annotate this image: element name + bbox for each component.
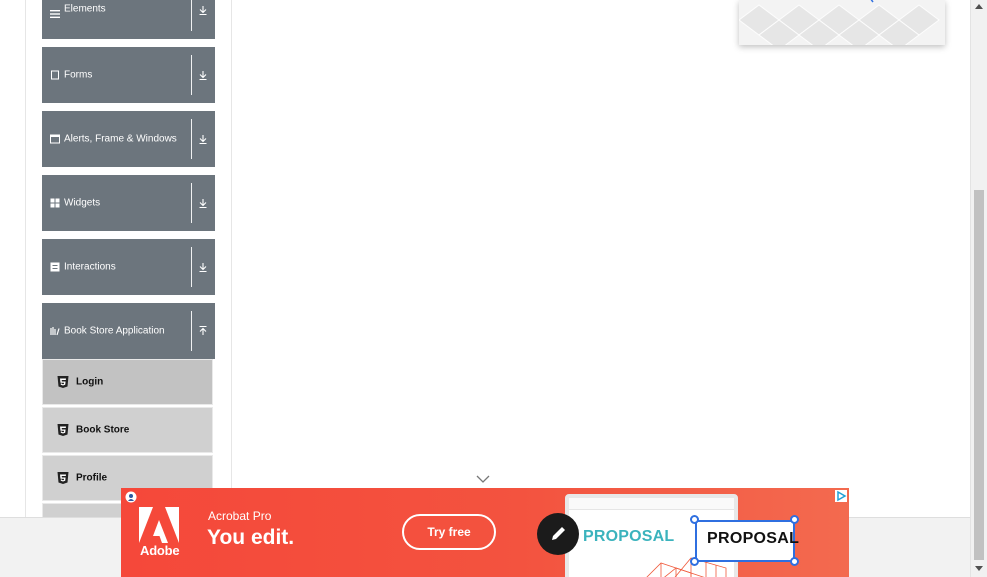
window-icon — [50, 134, 60, 144]
resize-handle[interactable] — [790, 557, 799, 566]
interaction-icon — [50, 262, 60, 272]
sidebar-group-label: Interactions — [64, 261, 116, 273]
download-arrow-icon[interactable] — [197, 69, 209, 81]
edited-title: PROPOSAL — [707, 530, 800, 547]
top-ad-banner[interactable] — [739, 0, 945, 45]
divider — [191, 119, 192, 159]
sidebar-group-label: Widgets — [64, 197, 101, 209]
html5-icon — [57, 472, 69, 484]
adobe-logo-icon — [139, 507, 179, 543]
book-icon — [50, 327, 60, 336]
download-arrow-icon[interactable] — [197, 197, 209, 209]
page: Elements Forms Alerts, Frame & Windows W… — [0, 0, 987, 577]
resize-handle[interactable] — [690, 515, 699, 524]
pencil-icon — [552, 527, 565, 540]
vertical-scrollbar[interactable] — [970, 0, 987, 577]
grid-icon — [50, 198, 60, 208]
download-arrow-icon[interactable] — [197, 261, 209, 273]
edit-pencil-button[interactable] — [537, 513, 579, 555]
divider — [191, 183, 192, 223]
sidebar-group-label: Book Store Application — [64, 325, 165, 337]
sidebar-group-alerts-frame-windows[interactable]: Alerts, Frame & Windows — [42, 111, 215, 167]
adchoices-icon[interactable] — [835, 490, 847, 502]
adobe-ad-banner[interactable]: Adobe Acrobat Pro You edit. Try free PRO… — [121, 488, 849, 577]
divider — [191, 55, 192, 95]
document-toolbar — [569, 498, 734, 510]
try-free-button[interactable]: Try free — [402, 514, 496, 550]
divider — [191, 0, 192, 31]
scroll-up-arrow-icon[interactable] — [975, 4, 983, 9]
adobe-wordmark: Adobe — [140, 543, 180, 558]
sidebar-group-widgets[interactable]: Widgets — [42, 175, 215, 231]
scroll-down-arrow-icon[interactable] — [975, 566, 983, 571]
sidebar-group-interactions[interactable]: Interactions — [42, 239, 215, 295]
download-arrow-icon[interactable] — [197, 4, 209, 16]
sidebar-item-login[interactable]: Login — [42, 359, 213, 405]
sidebar-item-book-store[interactable]: Book Store — [42, 407, 213, 453]
html5-icon — [57, 424, 69, 436]
sidebar-group-label: Alerts, Frame & Windows — [64, 133, 177, 145]
form-icon — [51, 70, 59, 80]
divider — [191, 311, 192, 351]
sidebar-group-forms[interactable]: Forms — [42, 47, 215, 103]
sidebar-group-label: Forms — [64, 69, 93, 81]
product-name: Acrobat Pro — [208, 509, 272, 523]
pattern-graphic — [739, 0, 940, 45]
shield-icon[interactable] — [125, 491, 137, 503]
chevron-down-icon[interactable] — [476, 474, 490, 484]
resize-handle[interactable] — [790, 515, 799, 524]
upload-arrow-icon[interactable] — [197, 325, 209, 337]
divider — [191, 247, 192, 287]
sidebar-item-label: Book Store — [76, 424, 130, 436]
scrollbar-thumb[interactable] — [974, 190, 984, 560]
sidebar-group-label: Elements — [64, 3, 106, 15]
sidebar-group-elements[interactable]: Elements — [42, 0, 215, 39]
html5-icon — [57, 376, 69, 388]
sidebar-item-label: Profile — [76, 472, 108, 484]
list-icon — [50, 10, 60, 18]
resize-handle[interactable] — [690, 557, 699, 566]
sidebar-group-book-store-application[interactable]: Book Store Application — [42, 303, 215, 359]
ad-tagline: You edit. — [207, 526, 295, 549]
sidebar-item-label: Login — [76, 376, 104, 388]
download-arrow-icon[interactable] — [197, 133, 209, 145]
